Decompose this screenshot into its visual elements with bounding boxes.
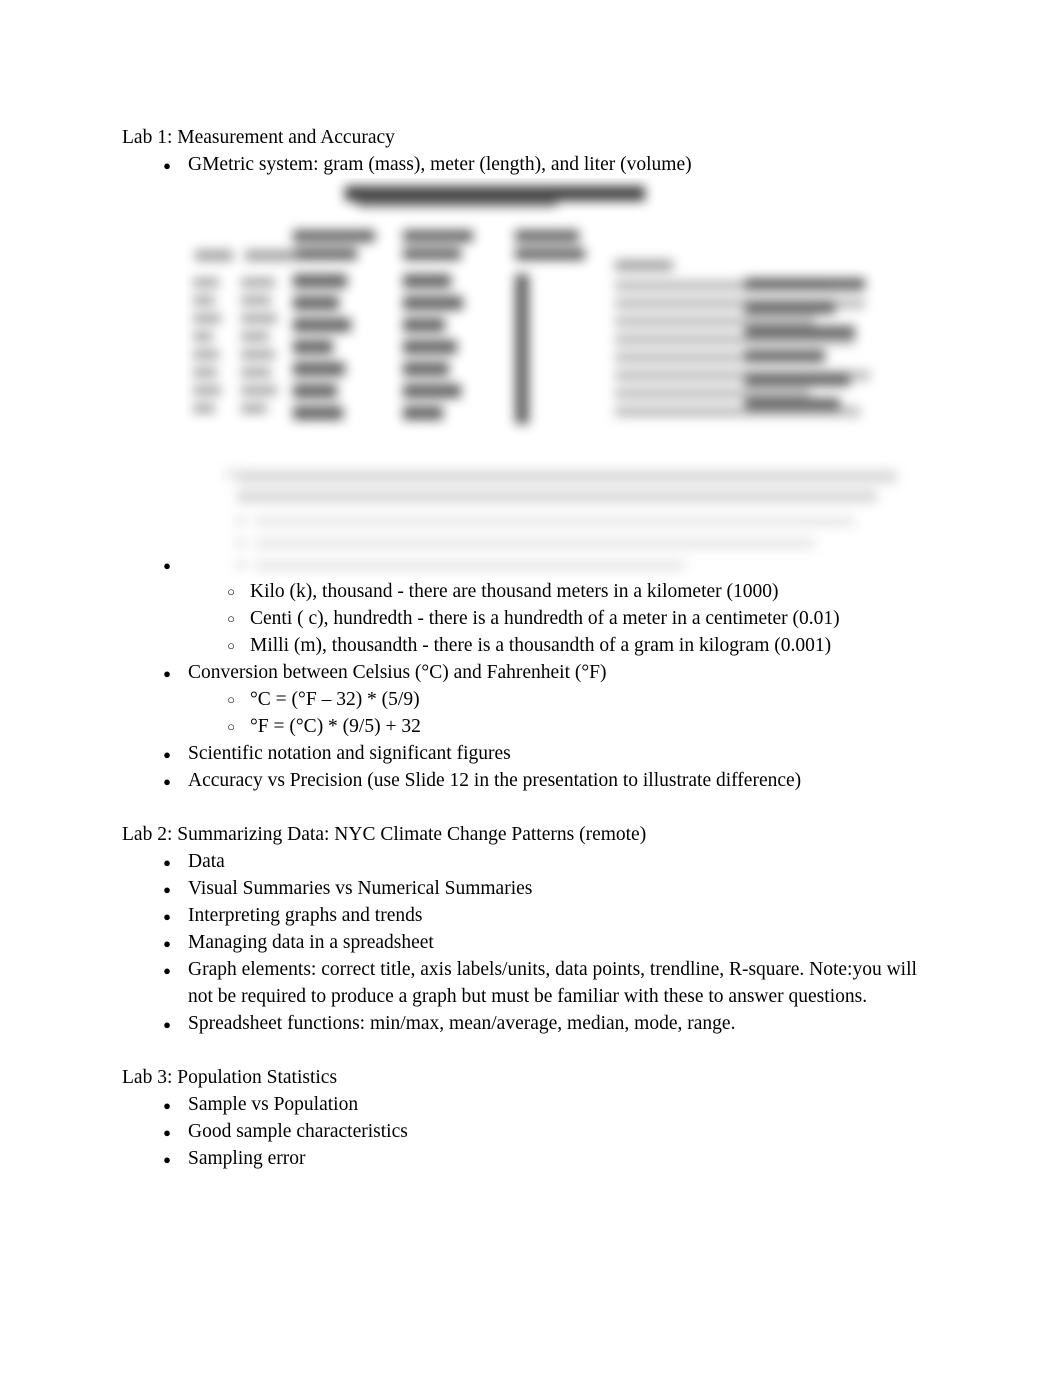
list-item: Centi ( c), hundredth - there is a hundr… (122, 605, 934, 632)
section-heading-lab-2: Lab 2: Summarizing Data: NYC Climate Cha… (122, 824, 647, 845)
list-item-label: Spreadsheet functions: min/max, mean/ave… (188, 1013, 736, 1034)
bullet-circle-icon (224, 605, 238, 632)
list-item: Interpreting graphs and trends (122, 902, 934, 929)
list-item: Good sample characteristics (122, 1118, 934, 1145)
list-item-label: Kilo (k), thousand - there are thousand … (250, 581, 779, 602)
list-item-label: Managing data in a spreadsheet (188, 932, 434, 953)
bullet-disc-icon (160, 902, 174, 930)
list-item-label: Data (188, 851, 225, 872)
list-item: Sampling error (122, 1145, 934, 1172)
section-heading-lab-1: Lab 1: Measurement and Accuracy (122, 127, 395, 148)
embedded-figure-metric-table (185, 178, 1011, 578)
list-item: GMetric system: gram (mass), meter (leng… (122, 151, 934, 178)
list-item-label: Good sample characteristics (188, 1121, 408, 1142)
list-item-label: Conversion between Celsius (°C) and Fahr… (188, 662, 607, 683)
bullet-circle-icon (224, 578, 238, 605)
list-item: Scientific notation and significant figu… (122, 740, 934, 767)
list-item: Accuracy vs Precision (use Slide 12 in t… (122, 767, 934, 794)
lab-1-prefix-sublist: Kilo (k), thousand - there are thousand … (122, 578, 934, 659)
bullet-disc-icon (160, 1010, 174, 1038)
list-item: °F = (°C) * (9/5) + 32 (122, 713, 934, 740)
list-item: Graph elements: correct title, axis labe… (122, 956, 934, 1010)
lab-3-list: Sample vs Population Good sample charact… (122, 1091, 934, 1172)
list-item-label: GMetric system: gram (mass), meter (leng… (188, 154, 692, 175)
blurred-image-content (185, 178, 1011, 578)
bullet-disc-icon (160, 929, 174, 957)
list-item: Spreadsheet functions: min/max, mean/ave… (122, 1010, 934, 1037)
list-item: Kilo (k), thousand - there are thousand … (122, 578, 934, 605)
list-item-figure (122, 178, 1011, 579)
bullet-disc-icon (160, 956, 174, 984)
list-item-label: °F = (°C) * (9/5) + 32 (250, 716, 421, 737)
list-item-label: Sampling error (188, 1148, 306, 1169)
temperature-conversion-sublist: °C = (°F – 32) * (5/9) °F = (°C) * (9/5)… (122, 686, 934, 740)
lab-2-list: Data Visual Summaries vs Numerical Summa… (122, 848, 934, 1037)
list-item-label: Scientific notation and significant figu… (188, 743, 511, 764)
bullet-disc-icon (160, 875, 174, 903)
list-item: Milli (m), thousandth - there is a thous… (122, 632, 934, 659)
list-item: Conversion between Celsius (°C) and Fahr… (122, 659, 934, 686)
bullet-disc-icon (160, 551, 174, 579)
document-page: Lab 1: Measurement and Accuracy GMetric … (0, 0, 1062, 1377)
bullet-circle-icon (224, 632, 238, 659)
list-item: Sample vs Population (122, 1091, 934, 1118)
bullet-circle-icon (224, 686, 238, 713)
list-item-label: Milli (m), thousandth - there is a thous… (250, 635, 832, 656)
bullet-disc-icon (160, 1145, 174, 1173)
list-item-label: Interpreting graphs and trends (188, 905, 423, 926)
bullet-disc-icon (160, 659, 174, 687)
list-item-label: Graph elements: correct title, axis labe… (188, 959, 917, 1007)
list-item-label: Centi ( c), hundredth - there is a hundr… (250, 608, 840, 629)
list-item-label: °C = (°F – 32) * (5/9) (250, 689, 420, 710)
section-heading-lab-3: Lab 3: Population Statistics (122, 1067, 338, 1088)
bullet-disc-icon (160, 151, 174, 179)
list-item: Data (122, 848, 934, 875)
bullet-disc-icon (160, 767, 174, 795)
list-item: Managing data in a spreadsheet (122, 929, 934, 956)
list-item-label: Accuracy vs Precision (use Slide 12 in t… (188, 770, 802, 791)
list-item-label: Visual Summaries vs Numerical Summaries (188, 878, 533, 899)
list-item-label: Sample vs Population (188, 1094, 359, 1115)
bullet-disc-icon (160, 848, 174, 876)
bullet-circle-icon (224, 713, 238, 740)
list-item: °C = (°F – 32) * (5/9) (122, 686, 934, 713)
lab-1-list: GMetric system: gram (mass), meter (leng… (122, 151, 1011, 794)
document-body: Lab 1: Measurement and Accuracy GMetric … (122, 124, 1011, 1172)
bullet-disc-icon (160, 1118, 174, 1146)
list-item: Visual Summaries vs Numerical Summaries (122, 875, 934, 902)
bullet-disc-icon (160, 1091, 174, 1119)
bullet-disc-icon (160, 740, 174, 768)
